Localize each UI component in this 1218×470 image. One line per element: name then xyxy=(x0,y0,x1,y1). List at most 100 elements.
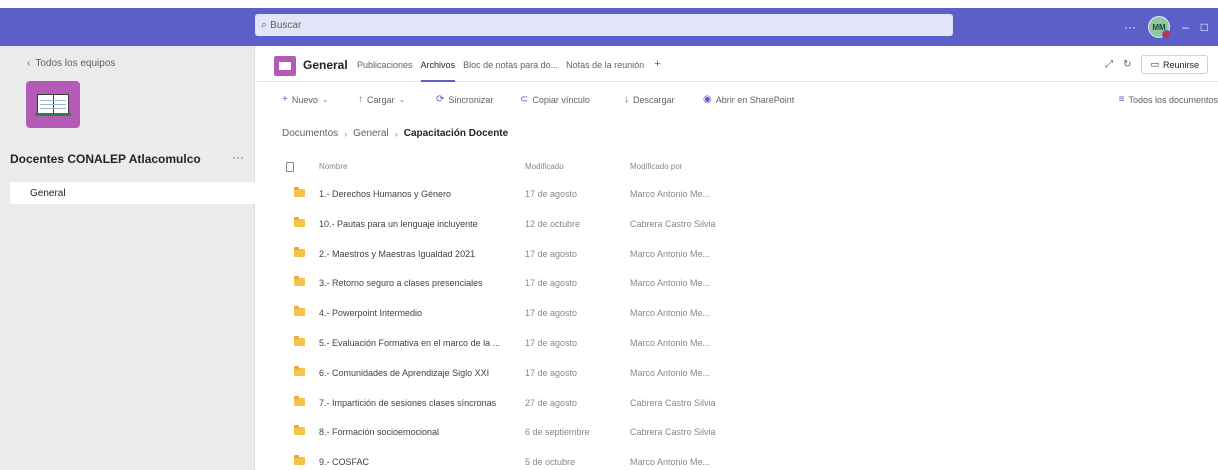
modified-date: 12 de octubre xyxy=(525,218,581,229)
team-more-icon[interactable]: ··· xyxy=(232,150,244,164)
table-row[interactable]: 9.- COSFAC 5 de octubre Marco Antonio Me..… xyxy=(256,448,1218,470)
column-header-modified-by[interactable]: Modificado por xyxy=(630,162,682,171)
header-actions: ⤢ ↻ ▭ Reunirse xyxy=(1105,55,1208,74)
tab-publicaciones[interactable]: Publicaciones xyxy=(357,60,413,70)
modified-by: Marco Antonio Me... xyxy=(630,457,711,468)
folder-icon xyxy=(294,365,305,376)
tab-archivos[interactable]: Archivos xyxy=(420,60,455,82)
file-name[interactable]: 5.- Evaluación Formativa en el marco de … xyxy=(319,338,500,348)
new-label: Nuevo xyxy=(291,94,318,105)
modified-date: 17 de agosto xyxy=(525,278,578,289)
folder-icon xyxy=(294,306,305,317)
file-list-header: Nombre Modificado Modificado por xyxy=(256,156,1218,180)
team-name: Docentes CONALEP Atlacomulco xyxy=(10,152,201,166)
modified-date: 17 de agosto xyxy=(525,367,578,378)
column-header-name[interactable]: Nombre xyxy=(319,162,347,171)
sync-label: Sincronizar xyxy=(448,94,494,105)
modified-by: Cabrera Castro Silvia xyxy=(630,218,716,229)
team-logo xyxy=(26,81,80,128)
modified-by: Marco Antonio Me... xyxy=(630,367,711,378)
file-name[interactable]: 2.- Maestros y Maestras Igualdad 2021 xyxy=(319,249,475,259)
channel-label: General xyxy=(30,187,66,199)
file-name[interactable]: 6.- Comunidades de Aprendizaje Siglo XXI xyxy=(319,368,489,378)
main-content: General Publicaciones Archivos Bloc de n… xyxy=(256,46,1218,470)
back-to-teams-link[interactable]: ‹ Todos los equipos xyxy=(27,58,115,69)
search-box[interactable]: ⌕ xyxy=(255,14,953,36)
file-list: Nombre Modificado Modificado por 1.- Der… xyxy=(256,156,1218,470)
user-avatar[interactable]: MM xyxy=(1148,16,1172,39)
team-sidebar: ‹ Todos los equipos Docentes CONALEP Atl… xyxy=(0,46,255,470)
meet-label: Reunirse xyxy=(1162,59,1199,70)
sharepoint-icon: ◉ xyxy=(703,94,712,105)
view-selector[interactable]: ≡ Todos los documentos xyxy=(1119,94,1218,105)
channel-logo-icon xyxy=(274,56,296,76)
modified-by: Cabrera Castro Silvia xyxy=(630,397,716,408)
file-type-column-icon[interactable] xyxy=(286,162,294,174)
file-name[interactable]: 4.- Powerpoint Intermedio xyxy=(319,308,422,318)
table-row[interactable]: 10.- Pautas para un lenguaje incluyente 1… xyxy=(256,210,1218,240)
upload-button[interactable]: ↑ Cargar ⌄ xyxy=(358,94,405,105)
file-name[interactable]: 9.- COSFAC xyxy=(319,457,369,467)
table-row[interactable]: 4.- Powerpoint Intermedio 17 de agosto Mar… xyxy=(256,299,1218,329)
table-row[interactable]: 5.- Evaluación Formativa en el marco de … xyxy=(256,329,1218,359)
refresh-icon[interactable]: ↻ xyxy=(1123,59,1131,70)
breadcrumb: Documentos › General › Capacitación Doce… xyxy=(282,128,508,139)
download-button[interactable]: ↓ Descargar xyxy=(624,94,675,105)
top-right-controls: ··· MM – □ xyxy=(1124,8,1218,46)
table-row[interactable]: 3.- Retorno seguro a clases presenciales… xyxy=(256,269,1218,299)
expand-icon[interactable]: ⤢ xyxy=(1105,59,1113,70)
modified-date: 6 de septiembre xyxy=(525,427,590,438)
chevron-down-icon: ⌄ xyxy=(398,95,406,104)
modified-date: 5 de octubre xyxy=(525,457,576,468)
table-row[interactable]: 1.- Derechos Humanos y Género 17 de agost… xyxy=(256,180,1218,210)
folder-icon xyxy=(294,425,305,436)
search-icon: ⌕ xyxy=(261,18,268,31)
tab-notas-reunion[interactable]: Notas de la reunión xyxy=(566,60,644,70)
back-label: Todos los equipos xyxy=(35,58,116,69)
sync-button[interactable]: ⟳ Sincronizar xyxy=(436,94,493,105)
folder-icon xyxy=(294,335,305,346)
upload-label: Cargar xyxy=(367,94,395,105)
search-input[interactable] xyxy=(270,19,871,31)
status-dot xyxy=(1162,30,1172,39)
modified-date: 17 de agosto xyxy=(525,189,578,199)
breadcrumb-item-general[interactable]: General xyxy=(353,128,389,139)
more-options-icon[interactable]: ··· xyxy=(1124,20,1136,34)
column-header-modified[interactable]: Modificado xyxy=(525,162,564,171)
files-toolbar: + Nuevo ⌄ ↑ Cargar ⌄ ⟳ Sincronizar ⊂ Cop… xyxy=(256,88,1218,114)
copy-link-button[interactable]: ⊂ Copiar vínculo xyxy=(520,94,590,105)
folder-icon xyxy=(294,276,305,287)
breadcrumb-current: Capacitación Docente xyxy=(403,128,509,139)
table-row[interactable]: 7.- Impartición de sesiones clases síncr… xyxy=(256,389,1218,419)
tab-bloc-de-notas[interactable]: Bloc de notas para do... xyxy=(463,60,558,70)
filter-icon: ≡ xyxy=(1118,94,1125,105)
meet-button[interactable]: ▭ Reunirse xyxy=(1141,55,1208,74)
table-row[interactable]: 8.- Formación socioemocional 6 de septiem… xyxy=(256,418,1218,448)
channel-header: General Publicaciones Archivos Bloc de n… xyxy=(256,46,1218,82)
chevron-left-icon: ‹ xyxy=(27,58,31,69)
add-tab-icon[interactable]: + xyxy=(654,58,660,70)
file-name[interactable]: 7.- Impartición de sesiones clases síncr… xyxy=(319,398,496,408)
upload-icon: ↑ xyxy=(358,94,363,105)
file-name[interactable]: 8.- Formación socioemocional xyxy=(319,427,439,437)
table-row[interactable]: 2.- Maestros y Maestras Igualdad 2021 17 … xyxy=(256,240,1218,270)
link-icon: ⊂ xyxy=(520,94,529,105)
sync-icon: ⟳ xyxy=(436,94,445,105)
file-name[interactable]: 3.- Retorno seguro a clases presenciales xyxy=(319,278,483,288)
chevron-right-icon: › xyxy=(394,128,398,139)
modified-date: 17 de agosto xyxy=(525,248,578,259)
download-icon: ↓ xyxy=(624,94,629,105)
channel-tabs: Publicaciones Archivos Bloc de notas par… xyxy=(357,58,661,82)
open-sharepoint-button[interactable]: ◉ Abrir en SharePoint xyxy=(703,94,794,105)
table-row[interactable]: 6.- Comunidades de Aprendizaje Siglo XXI… xyxy=(256,359,1218,389)
sidebar-item-general[interactable]: General xyxy=(10,182,255,204)
minimize-icon[interactable]: – xyxy=(1182,20,1189,34)
maximize-icon[interactable]: □ xyxy=(1201,20,1208,34)
breadcrumb-item-documentos[interactable]: Documentos xyxy=(282,128,338,139)
file-name[interactable]: 10.- Pautas para un lenguaje incluyente xyxy=(319,219,478,229)
modified-by: Marco Antonio Me... xyxy=(630,248,711,259)
download-label: Descargar xyxy=(633,94,675,105)
book-icon xyxy=(35,93,71,116)
new-button[interactable]: + Nuevo ⌄ xyxy=(282,94,329,105)
file-name[interactable]: 1.- Derechos Humanos y Género xyxy=(319,189,451,199)
